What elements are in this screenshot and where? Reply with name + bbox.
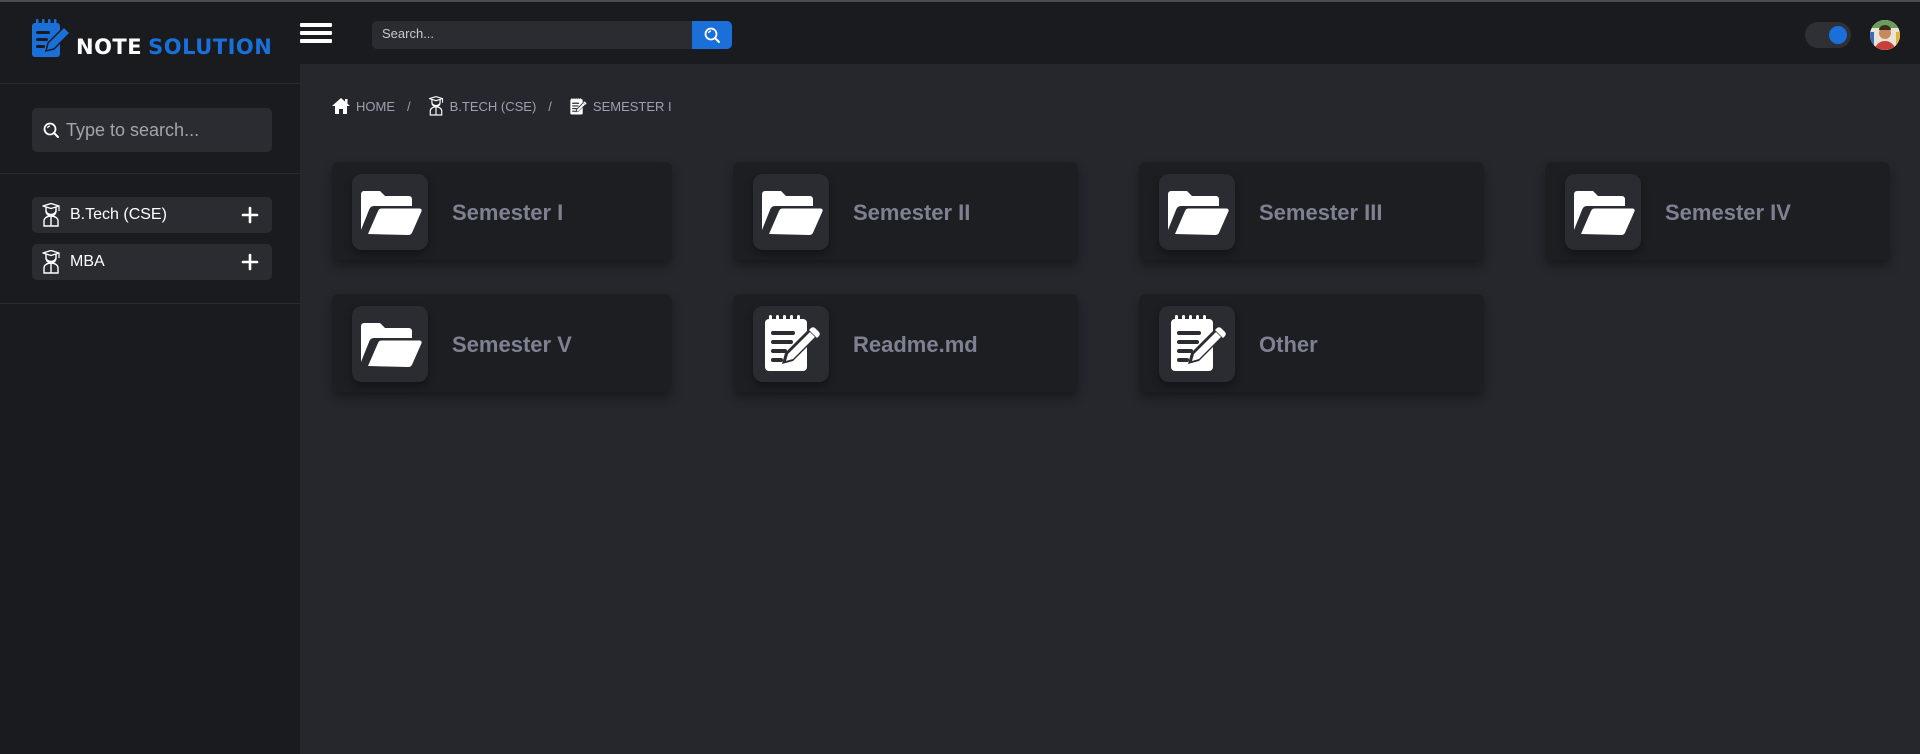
user-avatar[interactable] [1870, 20, 1900, 50]
breadcrumb-btech-cse[interactable]: B.TECH (CSE) [427, 96, 537, 116]
expand-plus-icon[interactable] [240, 205, 260, 225]
sidebar-item-label: MBA [70, 253, 105, 270]
folder-card-semester-v[interactable]: Semester V [332, 294, 672, 392]
folder-open-icon [356, 313, 424, 375]
sidebar-divider [0, 83, 300, 84]
app-logo[interactable]: NOTE SOLUTION [30, 16, 272, 62]
card-icon-box [352, 174, 428, 250]
card-title: Semester III [1259, 200, 1383, 225]
folder-open-icon [1163, 181, 1231, 243]
card-title: Readme.md [853, 332, 978, 357]
folder-card-semester-ii[interactable]: Semester II [733, 162, 1078, 260]
card-icon-box [753, 174, 829, 250]
file-card-readme[interactable]: Readme.md [733, 294, 1078, 392]
card-icon-box [753, 306, 829, 382]
breadcrumb-separator: / [407, 98, 411, 114]
card-title: Semester I [452, 200, 564, 225]
logo-word-note: NOTE [76, 35, 143, 59]
breadcrumb-label: B.TECH (CSE) [449, 98, 537, 114]
card-icon-box [1159, 306, 1235, 382]
notepad-icon [757, 313, 825, 375]
header-search-input[interactable] [382, 26, 682, 41]
avatar-image [1870, 20, 1900, 50]
notepad-icon [1163, 313, 1231, 375]
folder-open-icon [356, 181, 424, 243]
card-title: Semester II [853, 200, 971, 225]
folder-open-icon [1569, 181, 1637, 243]
card-title: Semester IV [1665, 200, 1791, 225]
folder-card-semester-iii[interactable]: Semester III [1139, 162, 1484, 260]
sidebar-item-mba[interactable]: MBA [32, 244, 272, 280]
graduate-icon [40, 203, 62, 227]
sidebar: NOTESOLUTION B.Tech (CSE) MBA [0, 2, 300, 754]
breadcrumb-label: HOME [356, 98, 395, 114]
logo-text: NOTE SOLUTION [76, 35, 272, 59]
breadcrumb-semester-i: SEMESTER I [568, 97, 672, 116]
hamburger-bar [300, 31, 332, 35]
note-logo-icon [32, 19, 72, 57]
card-title: Other [1259, 332, 1318, 357]
header-search[interactable] [372, 21, 732, 49]
folder-open-icon [757, 181, 825, 243]
search-icon [43, 122, 59, 138]
menu-toggle-button[interactable] [300, 23, 332, 47]
hamburger-bar [300, 39, 332, 43]
card-icon-box [1565, 174, 1641, 250]
breadcrumb-label: SEMESTER I [592, 98, 672, 114]
note-edit-icon [568, 97, 588, 116]
theme-toggle[interactable] [1805, 22, 1851, 48]
breadcrumb: HOME / B.TECH (CSE) / SEMESTER I [331, 96, 672, 116]
graduate-icon [427, 96, 445, 116]
breadcrumb-home[interactable]: HOME [331, 97, 395, 115]
breadcrumb-separator: / [548, 98, 552, 114]
sidebar-divider [0, 173, 300, 174]
file-card-other[interactable]: Other [1139, 294, 1484, 392]
sidebar-search[interactable] [32, 108, 272, 152]
expand-plus-icon[interactable] [240, 252, 260, 272]
card-title: Semester V [452, 332, 572, 357]
hamburger-bar [300, 23, 332, 27]
folder-card-semester-i[interactable]: Semester I [332, 162, 672, 260]
sidebar-item-btech-cse[interactable]: B.Tech (CSE) [32, 197, 272, 233]
toggle-knob [1829, 26, 1847, 44]
folder-card-semester-iv[interactable]: Semester IV [1545, 162, 1890, 260]
header-search-button[interactable] [692, 21, 732, 49]
card-icon-box [352, 306, 428, 382]
logo-word-solution: SOLUTION [148, 35, 273, 59]
graduate-icon [40, 250, 62, 274]
top-header [300, 2, 1920, 64]
search-icon [704, 27, 720, 43]
sidebar-divider [0, 303, 300, 304]
home-icon [332, 98, 350, 114]
card-icon-box [1159, 174, 1235, 250]
sidebar-search-input[interactable] [66, 119, 266, 141]
sidebar-item-label: B.Tech (CSE) [70, 206, 167, 223]
